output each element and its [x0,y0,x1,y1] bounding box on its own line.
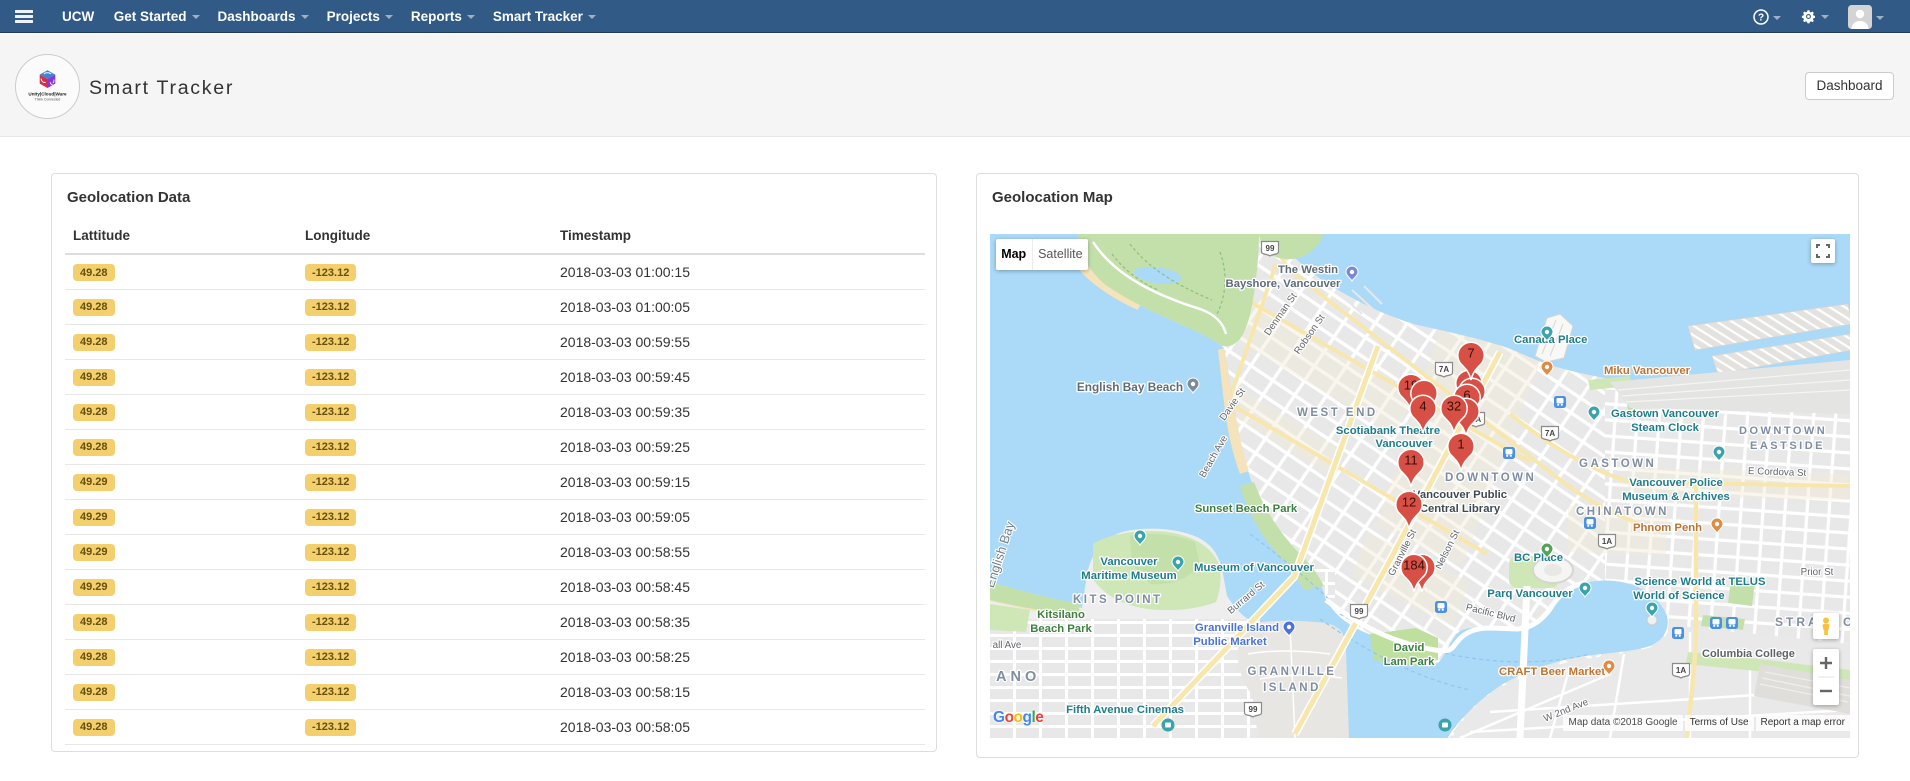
svg-text:Prior St: Prior St [1801,567,1834,578]
svg-text:1A: 1A [1602,537,1612,546]
svg-text:World of Science: World of Science [1633,590,1724,602]
svg-text:184: 184 [1403,558,1425,573]
svg-text:Science World at TELUS: Science World at TELUS [1635,576,1766,588]
svg-text:99: 99 [1355,607,1364,616]
svg-text:GASTOWN: GASTOWN [1579,458,1656,470]
svg-text:7A: 7A [1439,365,1449,374]
svg-text:The Westin: The Westin [1278,264,1338,276]
svg-text:Vancouver: Vancouver [1100,556,1158,568]
svg-text:99: 99 [1266,244,1275,253]
svg-text:Gastown Vancouver: Gastown Vancouver [1611,408,1720,420]
svg-text:Vancouver: Vancouver [1375,438,1433,450]
svg-text:English Bay Beach: English Bay Beach [1077,380,1183,394]
svg-text:GRANVILLE: GRANVILLE [1248,666,1337,678]
svg-text:CRAFT Beer Market: CRAFT Beer Market [1499,666,1605,678]
svg-text:E Cordova St: E Cordova St [1748,466,1807,479]
svg-text:KITS POINT: KITS POINT [1073,594,1163,606]
svg-text:Museum of Vancouver: Museum of Vancouver [1194,562,1315,574]
svg-text:Public Market: Public Market [1193,636,1267,648]
svg-text:Granville Island: Granville Island [1195,622,1279,634]
svg-text:Phnom Penh: Phnom Penh [1633,522,1702,534]
svg-text:Columbia College: Columbia College [1702,648,1795,660]
svg-text:ISLAND: ISLAND [1263,682,1321,694]
svg-text:Parq Vancouver: Parq Vancouver [1487,588,1573,600]
svg-text:Sunset Beach Park: Sunset Beach Park [1195,503,1298,515]
svg-text:?: ? [1758,12,1764,23]
svg-text:David: David [1394,642,1425,654]
svg-text:WEST END: WEST END [1297,407,1378,419]
svg-text:Miku Vancouver: Miku Vancouver [1604,365,1691,377]
svg-text:11: 11 [1404,453,1418,468]
svg-text:12: 12 [1402,495,1416,510]
svg-text:ANO: ANO [996,669,1040,685]
svg-text:CHINATOWN: CHINATOWN [1576,506,1669,518]
svg-text:Vancouver Police: Vancouver Police [1629,477,1723,489]
svg-text:7: 7 [1467,346,1474,361]
svg-text:DOWNTOWN: DOWNTOWN [1445,472,1536,484]
svg-text:Vancouver Public: Vancouver Public [1413,489,1507,501]
svg-text:all Ave: all Ave [993,640,1022,651]
svg-text:Lam Park: Lam Park [1384,656,1436,668]
svg-text:C: C [1843,615,1850,629]
svg-text:BC Place: BC Place [1514,552,1563,564]
svg-text:DOWNTOWN: DOWNTOWN [1739,425,1827,437]
svg-text:32: 32 [1447,399,1461,414]
svg-text:Unity|Cloud|Ware: Unity|Cloud|Ware [28,92,67,97]
svg-text:Fifth Avenue Cinemas: Fifth Avenue Cinemas [1066,704,1184,716]
svg-text:4: 4 [1419,399,1426,414]
svg-text:Bayshore, Vancouver: Bayshore, Vancouver [1226,278,1342,290]
svg-text:Think Connected: Think Connected [35,98,61,102]
svg-text:99: 99 [1249,705,1258,714]
svg-text:Museum & Archives: Museum & Archives [1622,491,1730,503]
svg-text:Central Library: Central Library [1420,503,1501,515]
svg-text:Maritime Museum: Maritime Museum [1081,570,1176,582]
svg-text:1A: 1A [1676,666,1686,675]
svg-text:1: 1 [1457,437,1464,452]
svg-text:EASTSIDE: EASTSIDE [1750,440,1825,452]
svg-text:Kitsilano: Kitsilano [1037,609,1085,621]
svg-text:Steam Clock: Steam Clock [1631,422,1700,434]
svg-text:Beach Park: Beach Park [1030,623,1092,635]
svg-text:7A: 7A [1545,429,1555,438]
